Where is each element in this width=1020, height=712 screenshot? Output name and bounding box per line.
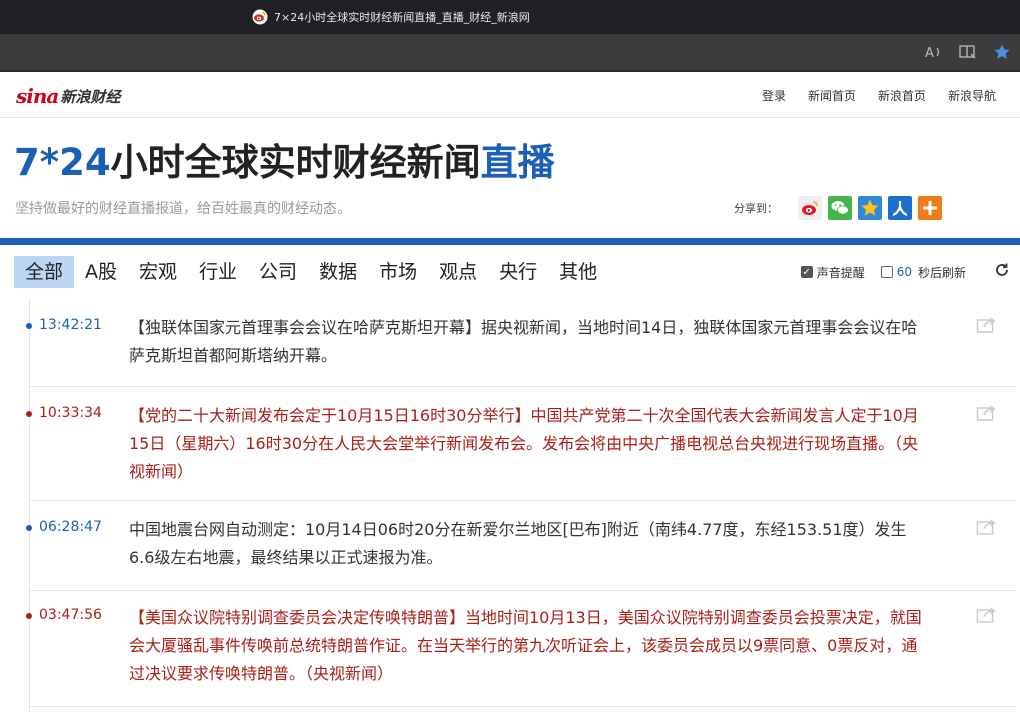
feed-divider <box>30 706 1016 707</box>
nav-sina-guide[interactable]: 新浪导航 <box>948 87 996 104</box>
page-title: 7*24小时全球实时财经新闻直播 <box>14 132 555 186</box>
site-header: sina 新浪财经 登录 新闻首页 新浪首页 新浪导航 <box>0 72 1020 118</box>
browser-tab[interactable]: 7×24小时全球实时财经新闻直播_直播_财经_新浪网 <box>252 0 530 34</box>
nav-sina-home[interactable]: 新浪首页 <box>878 87 926 104</box>
share-bar: 分享到： <box>734 196 942 220</box>
news-time: 06:28:47 <box>39 519 102 535</box>
sound-alert-checkbox[interactable]: ✓ <box>800 266 813 278</box>
timeline-dot <box>26 323 32 329</box>
tab-industry[interactable]: 行业 <box>188 256 248 288</box>
top-nav: 登录 新闻首页 新浪首页 新浪导航 <box>762 72 996 118</box>
feed-divider <box>30 500 1016 501</box>
timeline-dot <box>26 613 32 619</box>
news-text[interactable]: 【独联体国家元首理事会会议在哈萨克斯坦开幕】据央视新闻，当地时间14日，独联体国… <box>129 314 929 370</box>
read-aloud-icon[interactable]: A <box>924 42 944 62</box>
sound-alert-option[interactable]: ✓ 声音提醒 <box>800 264 865 281</box>
nav-news-home[interactable]: 新闻首页 <box>808 87 856 104</box>
timeline-line <box>29 298 30 712</box>
category-tabs: 全部 A股 宏观 行业 公司 数据 市场 观点 央行 其他 <box>14 256 608 288</box>
title-part-3: 直播 <box>480 141 555 184</box>
feed-divider <box>30 386 1016 387</box>
browser-toolbar: A <box>0 34 1020 70</box>
share-more-icon[interactable] <box>918 196 942 220</box>
share-wechat-icon[interactable] <box>828 196 852 220</box>
browser-titlebar: 7×24小时全球实时财经新闻直播_直播_财经_新浪网 <box>0 0 1020 34</box>
feed-options: ✓ 声音提醒 60 秒后刷新 <box>800 256 1010 288</box>
title-part-2: 小时全球实时财经新闻 <box>110 141 481 184</box>
news-time: 03:47:56 <box>39 607 102 623</box>
share-news-icon[interactable] <box>976 518 998 536</box>
tab-data[interactable]: 数据 <box>308 256 368 288</box>
share-renren-icon[interactable] <box>888 196 912 220</box>
sina-finance-logo[interactable]: sina 新浪财经 <box>16 84 120 108</box>
title-part-1: 7*24 <box>14 141 111 184</box>
timeline-dot <box>26 525 32 531</box>
tab-all[interactable]: 全部 <box>14 256 75 288</box>
news-time: 10:33:34 <box>39 405 102 421</box>
filter-bar: 全部 A股 宏观 行业 公司 数据 市场 观点 央行 其他 ✓ 声音提醒 60 … <box>14 256 1020 290</box>
browser-tab-title: 7×24小时全球实时财经新闻直播_直播_财经_新浪网 <box>274 11 530 24</box>
auto-refresh-label: 秒后刷新 <box>917 265 966 280</box>
immersive-reader-icon[interactable] <box>958 42 978 62</box>
auto-refresh-option[interactable]: 60 秒后刷新 <box>880 264 966 281</box>
news-time: 13:42:21 <box>39 317 102 333</box>
favorite-star-icon[interactable] <box>992 42 1012 62</box>
svg-text:A: A <box>925 46 934 60</box>
refresh-seconds: 60 <box>896 265 912 279</box>
news-text[interactable]: 【美国众议院特别调查委员会决定传唤特朗普】当地时间10月13日，美国众议院特别调… <box>129 604 929 688</box>
page-subtitle: 坚持做最好的财经直播报道，给百姓最真的财经动态。 <box>15 201 351 217</box>
auto-refresh-checkbox[interactable] <box>880 266 893 278</box>
logo-text: 新浪财经 <box>60 87 121 106</box>
tab-opinion[interactable]: 观点 <box>428 256 488 288</box>
share-label: 分享到： <box>734 202 778 215</box>
timeline-dot <box>26 411 32 417</box>
feed-divider <box>30 590 1016 591</box>
news-text[interactable]: 中国地震台网自动测定：10月14日06时20分在新爱尔兰地区[巴布]附近（南纬4… <box>129 516 929 572</box>
share-news-icon[interactable] <box>976 404 998 422</box>
share-weibo-icon[interactable] <box>798 196 822 220</box>
share-news-icon[interactable] <box>976 606 998 624</box>
logo-sina: sina <box>16 84 59 108</box>
tab-central-bank[interactable]: 央行 <box>488 256 548 288</box>
weibo-favicon-icon <box>252 9 268 25</box>
share-news-icon[interactable] <box>976 316 998 334</box>
tab-market[interactable]: 市场 <box>368 256 428 288</box>
news-text[interactable]: 【党的二十大新闻发布会定于10月15日16时30分举行】中国共产党第二十次全国代… <box>129 402 929 486</box>
nav-login[interactable]: 登录 <box>762 87 786 104</box>
tab-macro[interactable]: 宏观 <box>128 256 188 288</box>
share-qzone-icon[interactable] <box>858 196 882 220</box>
tab-other[interactable]: 其他 <box>548 256 608 288</box>
sound-alert-label: 声音提醒 <box>816 265 865 280</box>
tab-a-share[interactable]: A股 <box>74 256 128 288</box>
refresh-icon[interactable] <box>994 262 1010 282</box>
header-rule <box>0 238 1020 245</box>
tab-company[interactable]: 公司 <box>248 256 308 288</box>
